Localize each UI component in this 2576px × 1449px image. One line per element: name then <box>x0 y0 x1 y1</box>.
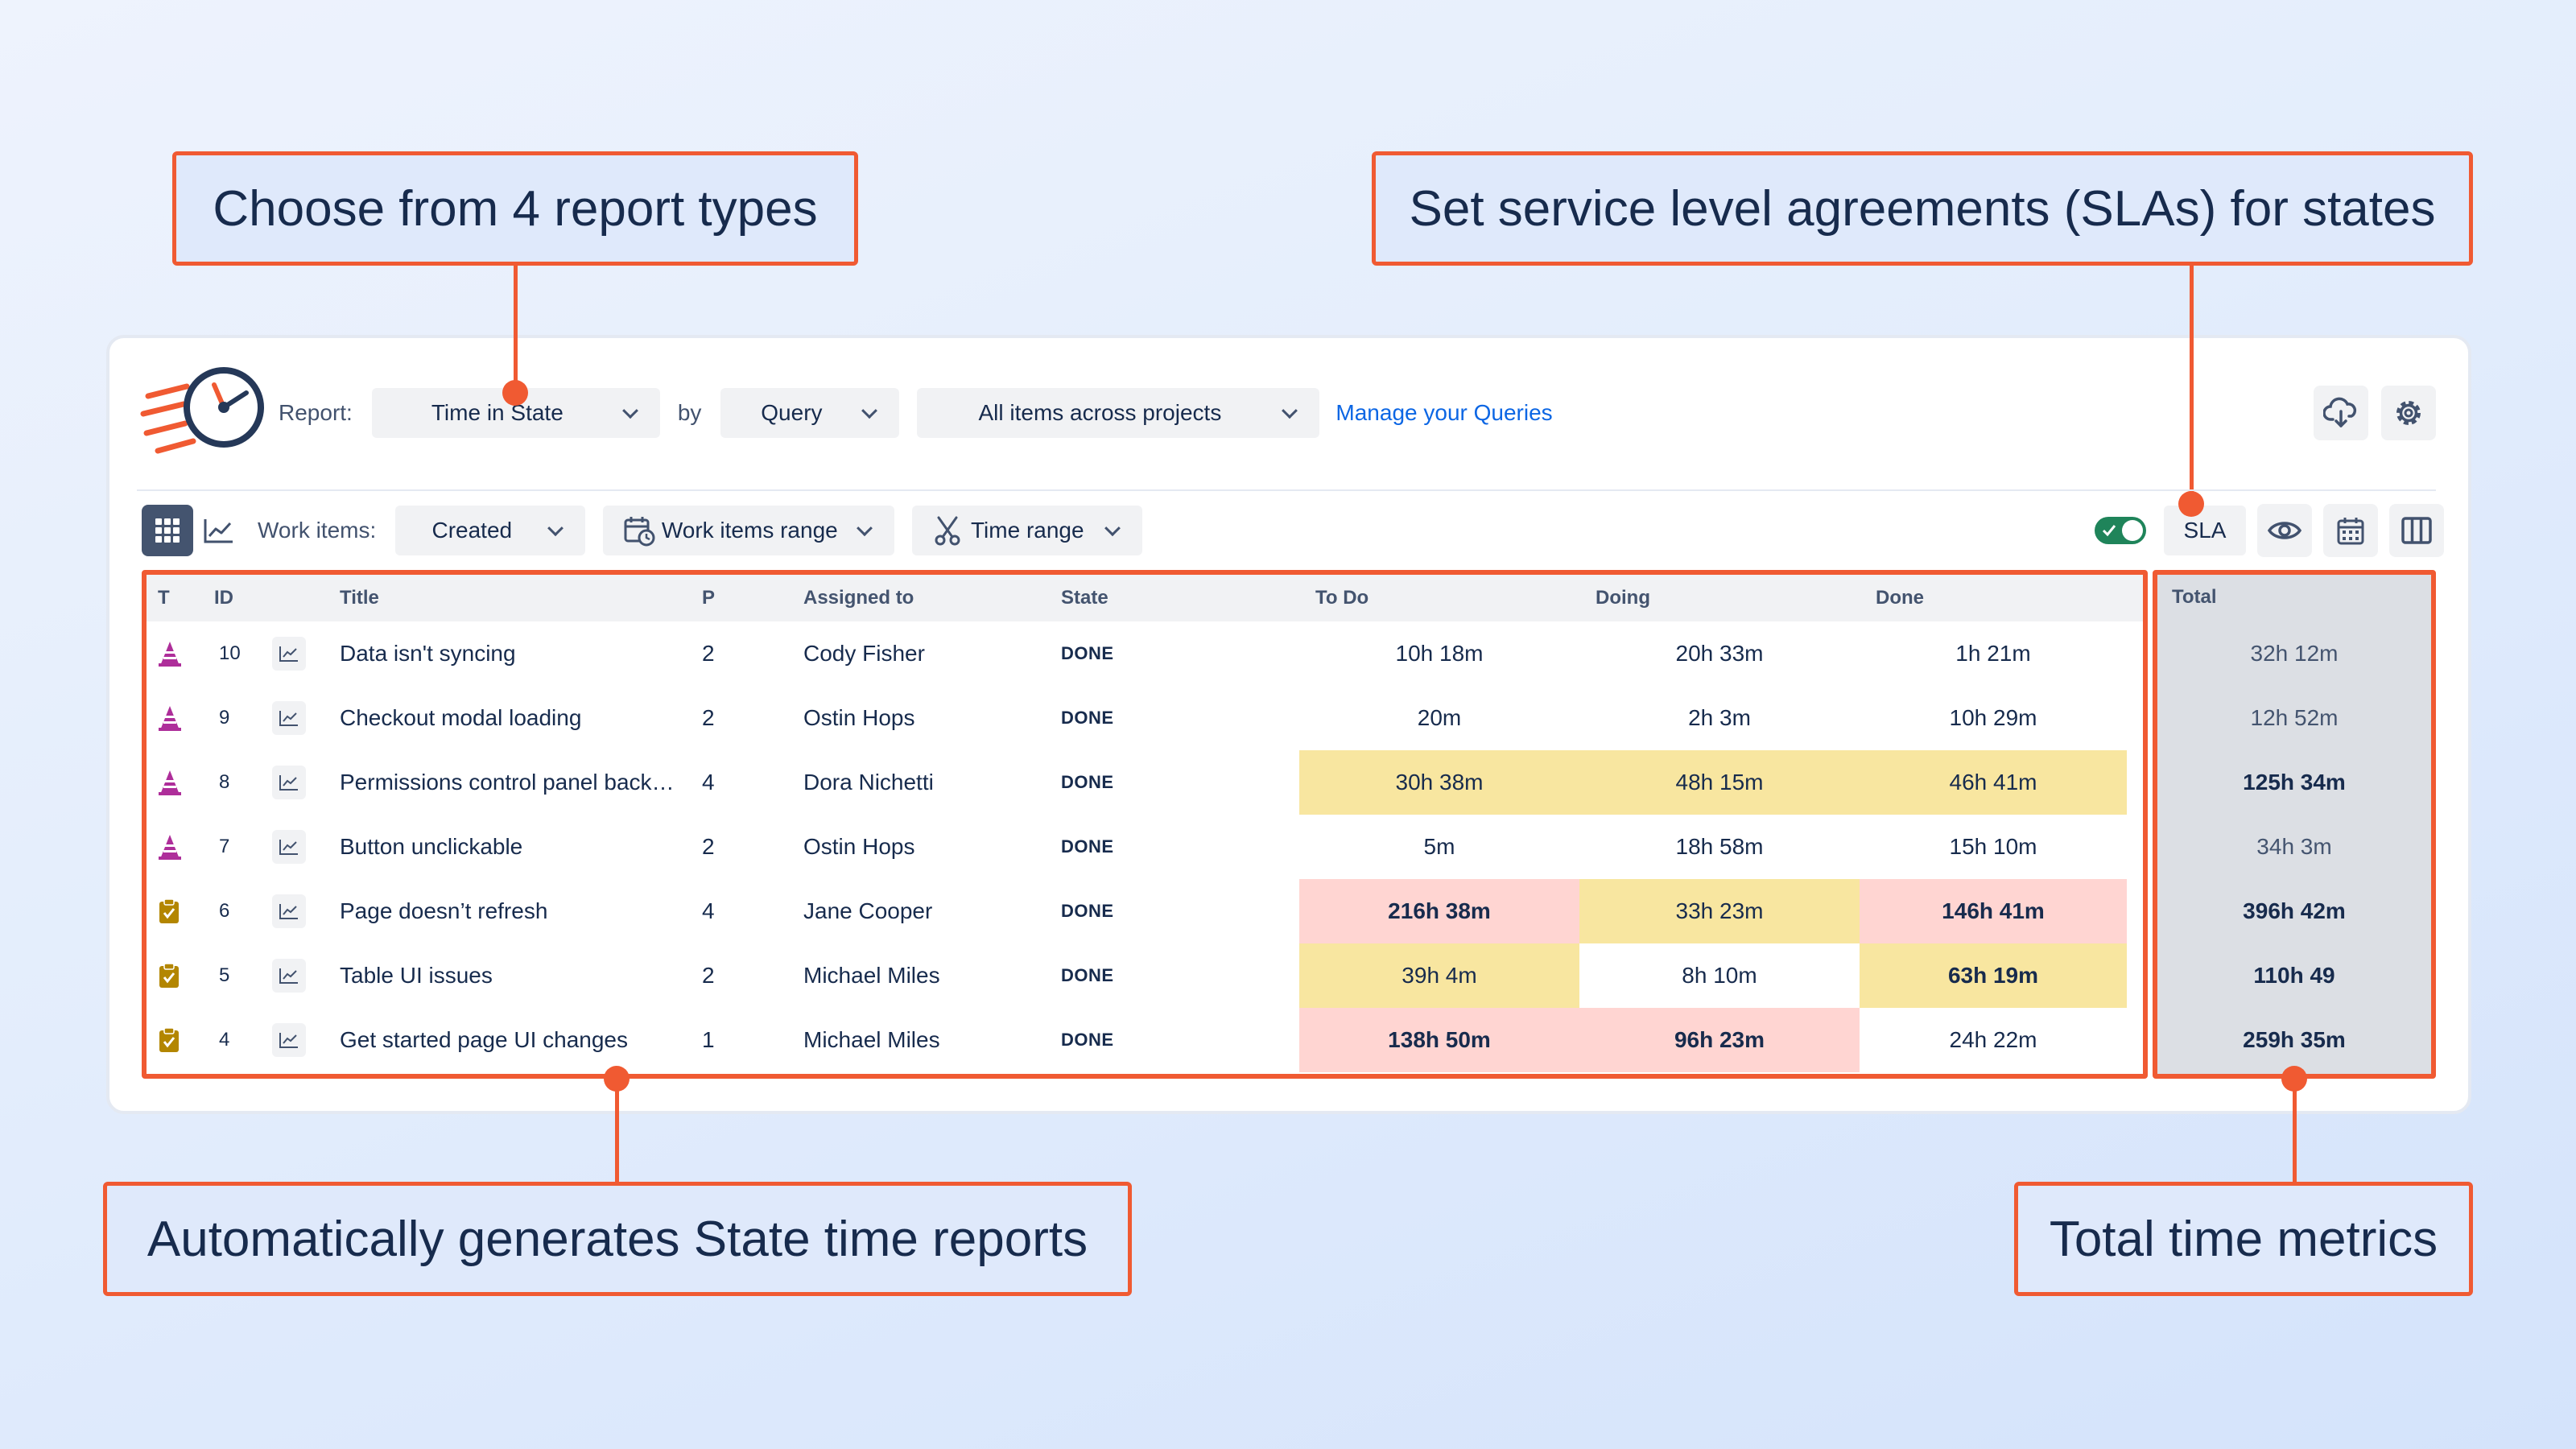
connector-dot-total <box>2281 1066 2307 1092</box>
by-value: Query <box>761 400 823 425</box>
created-value: Created <box>431 518 513 543</box>
manage-queries-link[interactable]: Manage your Queries <box>1335 400 1552 426</box>
cloud-download-icon <box>2323 397 2357 427</box>
calendar-clock-icon <box>624 517 655 547</box>
report-toolbar: Report: Time in State by Query All items… <box>137 361 2439 465</box>
toggle-knob <box>2122 520 2143 541</box>
connector-dot-report-types <box>502 380 528 406</box>
chart-view-button[interactable] <box>193 505 245 556</box>
scissors-icon <box>935 516 960 546</box>
settings-button[interactable] <box>2381 386 2436 440</box>
visibility-button[interactable] <box>2257 504 2312 557</box>
chevron-down-icon <box>861 402 878 419</box>
chevron-down-icon <box>857 520 873 537</box>
report-type-value: Time in State <box>431 400 564 425</box>
columns-button[interactable] <box>2389 504 2444 557</box>
calendar-icon <box>2337 518 2364 545</box>
time-range-dropdown[interactable]: Time range <box>912 506 1143 555</box>
total-highlight-frame <box>2153 570 2436 1079</box>
connector-total <box>2293 1079 2297 1182</box>
gear-icon <box>2396 401 2421 425</box>
created-dropdown[interactable]: Created <box>395 506 586 555</box>
app-logo-icon <box>137 361 269 465</box>
filter-toolbar: Work items: Created Work items range Tim… <box>142 504 2444 557</box>
line-chart-icon <box>204 519 233 543</box>
connector-dot-sla <box>2178 491 2204 517</box>
sla-button[interactable]: SLA <box>2164 506 2246 555</box>
sla-toggle[interactable] <box>2095 517 2146 544</box>
callout-total-metrics: Total time metrics <box>2014 1182 2473 1296</box>
cloud-download-button[interactable] <box>2314 386 2368 440</box>
chevron-down-icon <box>1282 402 1298 419</box>
work-items-range-dropdown[interactable]: Work items range <box>603 506 895 555</box>
report-label: Report: <box>279 400 353 425</box>
connector-auto-reports <box>615 1079 619 1182</box>
query-value: All items across projects <box>978 400 1222 425</box>
callout-sla-text: Set service level agreements (SLAs) for … <box>1409 180 2436 237</box>
by-dropdown[interactable]: Query <box>720 388 900 438</box>
grid-view-button[interactable] <box>142 505 193 556</box>
query-dropdown[interactable]: All items across projects <box>917 388 1320 438</box>
chevron-down-icon <box>547 520 564 537</box>
connector-dot-auto-reports <box>604 1066 630 1092</box>
columns-icon <box>2401 517 2432 544</box>
callout-auto-reports-text: Automatically generates State time repor… <box>147 1211 1088 1267</box>
sla-button-label: SLA <box>2183 518 2227 543</box>
eye-icon <box>2268 522 2301 539</box>
callout-report-types: Choose from 4 report types <box>172 151 858 266</box>
chevron-down-icon <box>1104 520 1121 537</box>
by-label: by <box>677 400 702 425</box>
work-items-range-value: Work items range <box>661 518 838 543</box>
calendar-button[interactable] <box>2323 504 2378 557</box>
callout-sla: Set service level agreements (SLAs) for … <box>1372 151 2473 266</box>
callout-report-types-text: Choose from 4 report types <box>213 180 818 237</box>
time-range-value: Time range <box>970 518 1084 543</box>
work-items-label: Work items: <box>258 518 377 543</box>
toolbar-divider <box>137 489 2436 491</box>
callout-auto-reports: Automatically generates State time repor… <box>103 1182 1132 1296</box>
callout-total-metrics-text: Total time metrics <box>2049 1211 2438 1267</box>
table-highlight-frame <box>142 570 2148 1079</box>
chevron-down-icon <box>621 402 638 419</box>
grid-icon <box>155 518 180 543</box>
check-icon <box>2102 525 2116 537</box>
